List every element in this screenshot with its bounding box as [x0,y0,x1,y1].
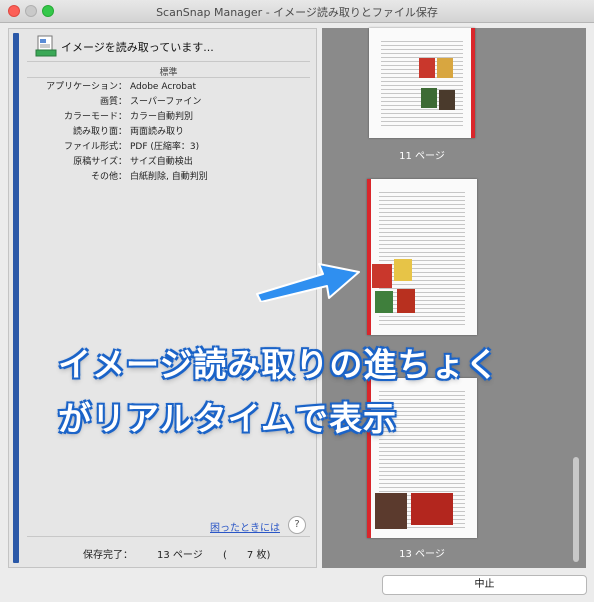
page-label-13: 13 ページ [399,549,445,560]
setting-value: 両面読み取り [130,127,185,137]
setting-row-file-format: ファイル形式： PDF (圧縮率：3) [27,140,312,155]
page-thumbnail-12[interactable] [367,179,477,335]
stop-button[interactable]: 中止 [382,575,587,595]
title-bar: ScanSnap Manager - イメージ読み取りとファイル保存 [0,0,594,23]
setting-value: 白紙削除, 自動判別 [130,172,208,182]
setting-row-paper-size: 原稿サイズ： サイズ自動検出 [27,155,312,170]
divider [27,61,310,62]
scan-progress-bar [13,33,19,563]
page-thumbnail-11[interactable] [369,28,475,138]
overlay-caption-line2: がリアルタイムで表示 [58,399,398,438]
photo-thumbnail [437,58,453,78]
photo-thumbnail [439,90,455,110]
setting-key: カラーモード： [63,112,127,122]
saved-page-count: 13 ページ [157,550,203,561]
setting-row-other: その他： 白紙削除, 自動判別 [27,170,312,185]
setting-value: サイズ自動検出 [130,157,193,167]
overlay-caption-line1: イメージ読み取りの進ちょく [58,345,500,384]
photo-thumbnail [397,289,415,313]
photo-thumbnail [372,264,392,288]
photo-thumbnail [421,88,437,108]
setting-row-quality: 画質： スーパーファイン [27,95,312,110]
window-title: ScanSnap Manager - イメージ読み取りとファイル保存 [156,6,438,19]
setting-row-color-mode: カラーモード： カラー自動判別 [27,110,312,125]
setting-value: Adobe Acrobat [130,82,197,92]
troubleshooting-link[interactable]: 困ったときには [210,519,280,534]
red-margin-bar [471,28,475,138]
setting-key: 原稿サイズ： [73,157,127,167]
setting-value: PDF (圧縮率：3) [130,142,200,152]
photo-thumbnail [375,291,393,313]
divider [27,536,310,537]
page-label-11: 11 ページ [399,151,445,162]
setting-value: カラー自動判別 [130,112,194,122]
setting-key: 読み取り面： [72,127,127,137]
saved-sheet-count: ( 7 枚) [223,550,271,561]
red-margin-bar [367,179,371,335]
photo-thumbnail [394,259,412,281]
help-button[interactable]: ? [288,516,306,534]
setting-key: その他： [90,172,127,182]
scan-settings-list: アプリケーション： Adobe Acrobat 画質： スーパーファイン カラーモー… [27,80,312,185]
scan-status-text: イメージを読み取っています... [61,41,214,54]
photo-thumbnail [375,493,407,529]
preview-scrollbar[interactable] [573,457,579,562]
photo-thumbnail [411,493,453,525]
setting-key: アプリケーション： [46,82,127,92]
setting-value: スーパーファイン [130,97,202,107]
saved-label: 保存完了： [83,550,133,561]
arrow-icon [256,263,360,302]
text-lines [381,38,463,128]
divider [27,77,310,78]
setting-row-application: アプリケーション： Adobe Acrobat [27,80,312,95]
setting-key: ファイル形式： [63,142,127,152]
setting-key: 画質： [99,97,127,107]
scanning-document-icon [35,35,57,57]
setting-row-scan-side: 読み取り面： 両面読み取り [27,125,312,140]
photo-thumbnail [419,58,435,78]
